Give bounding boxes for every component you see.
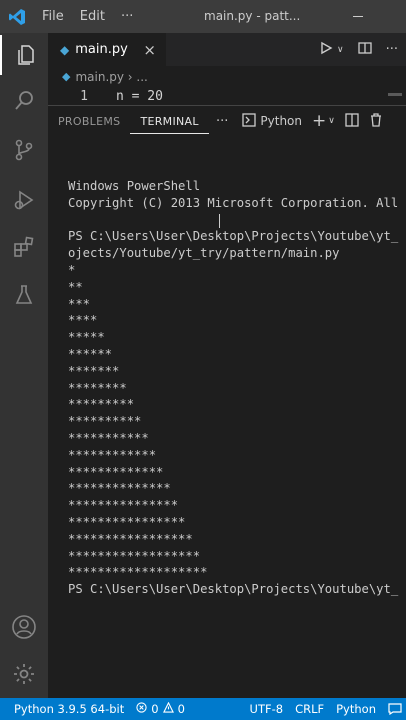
terminal-line: ******* [68,363,120,378]
warning-count: 0 [177,702,185,716]
terminal-line: *************** [68,498,179,513]
title-bar: File Edit ··· main.py - patt... [0,0,406,33]
terminal-line: **** [68,313,98,328]
terminal-line: ******** [68,380,127,395]
terminal-profile-label: Python [260,114,303,128]
terminal-line: Windows PowerShell [68,179,201,193]
breadcrumb: ◆ main.py › ... [48,66,406,87]
breadcrumb-path[interactable]: main.py › ... [75,70,147,84]
terminal-line: Copyright (C) 2013 Microsoft Corporation… [68,195,399,210]
close-icon[interactable]: × [143,41,156,59]
chevron-down-icon[interactable]: ∨ [337,45,344,55]
trash-icon[interactable] [369,112,383,130]
encoding[interactable]: UTF-8 [244,702,290,716]
warning-icon [162,701,174,716]
menu-file[interactable]: File [34,9,72,24]
manage-gear-icon[interactable] [0,654,48,694]
terminal-line: *********** [68,430,149,445]
terminal-line: *** [68,296,91,311]
line-number: 1 [80,88,88,104]
terminal-profile-button[interactable]: Python [242,112,303,130]
terminal-line: ************ [68,447,157,462]
menu-edit[interactable]: Edit [72,9,113,24]
extensions-icon[interactable] [0,227,48,267]
terminal-line: ***************** [68,531,193,546]
terminal-line: PS C:\Users\User\Desktop\Projects\Youtub… [68,229,399,244]
editor-actions: ∨ ··· [319,33,406,66]
split-terminal-icon[interactable] [345,112,359,130]
tab-label: main.py [75,42,128,57]
more-actions-icon[interactable]: ··· [386,42,398,57]
end-of-line[interactable]: CRLF [289,702,330,716]
terminal-line: ****** [68,346,113,361]
window-title: main.py - patt... [204,9,301,23]
editor-tabs: ◆ main.py × ∨ ··· [48,33,406,66]
terminal-line: ****************** [68,548,201,563]
terminal-line: **************** [68,514,186,529]
error-count: 0 [151,702,159,716]
panel-more-button[interactable]: ··· [216,114,228,129]
panel-actions: ··· Python + ∨ [216,106,383,136]
accounts-icon[interactable] [0,607,48,647]
tab-problems[interactable]: PROBLEMS [48,115,130,128]
minimize-button[interactable] [353,16,363,17]
problems-count[interactable]: 0 0 [130,701,191,716]
code-line[interactable]: 1 n = 20 [48,87,406,105]
terminal-line: PS C:\Users\User\Desktop\Projects\Youtub… [68,582,399,597]
terminal-line: ojects/Youtube/yt_try/pattern/main.py [68,246,340,261]
code-text[interactable]: n = 20 [116,89,163,104]
run-debug-icon[interactable] [0,180,48,220]
testing-icon[interactable] [0,275,48,315]
terminal-line: * [68,262,76,277]
error-icon [136,702,147,716]
terminal-line: ************** [68,481,171,496]
panel-header: PROBLEMS TERMINAL ··· Python + ∨ [48,106,406,136]
terminal-line: ************* [68,464,164,479]
terminal-icon [242,112,257,130]
python-file-icon: ◆ [62,70,71,83]
new-terminal-button[interactable]: + [312,111,326,131]
run-python-file-icon[interactable] [319,40,333,59]
menu-more[interactable]: ··· [113,9,141,24]
explorer-icon[interactable] [0,35,50,75]
chevron-down-icon[interactable]: ∨ [328,116,335,126]
status-bar: Python 3.9.5 64-bit 0 0 UTF-8 CRLF Pytho… [0,698,406,720]
language-mode[interactable]: Python [330,702,382,716]
terminal-line: ********* [68,397,135,412]
text-cursor [219,214,220,228]
feedback-icon[interactable] [382,703,406,715]
tab-main-py[interactable]: ◆ main.py × [48,33,166,66]
python-interpreter[interactable]: Python 3.9.5 64-bit [0,702,130,716]
terminal-line: ******************* [68,565,208,580]
search-icon[interactable] [0,81,48,121]
split-editor-icon[interactable] [357,40,372,59]
terminal-line: ** [68,279,83,294]
source-control-icon[interactable] [0,130,48,170]
vscode-logo-icon [0,8,34,26]
terminal-output[interactable]: Windows PowerShell Copyright (C) 2013 Mic… [68,178,406,678]
tab-terminal[interactable]: TERMINAL [130,109,209,134]
bottom-panel: PROBLEMS TERMINAL ··· Python + ∨ Windows… [48,105,406,699]
editor-area: ◆ main.py × ∨ ··· ◆ main.py › ... 1 n = … [48,33,406,105]
python-file-icon: ◆ [60,42,70,57]
activity-bar [0,33,48,698]
terminal-line: ***** [68,330,105,345]
scrollbar[interactable] [388,93,402,96]
terminal-line: ********** [68,414,142,429]
